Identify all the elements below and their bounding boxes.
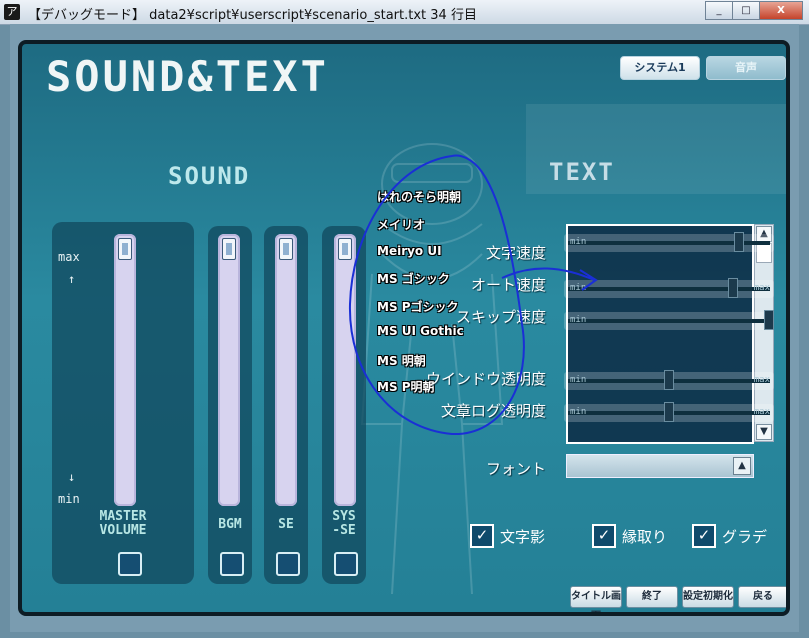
bgm-thumb[interactable] [222,238,236,260]
axis-up-arrow: ↑ [68,272,76,286]
master-volume-label: MASTER VOLUME [99,509,147,538]
auto-speed-max: max [753,283,770,293]
se-thumb[interactable] [279,238,293,260]
bgm-slider[interactable] [218,234,240,506]
skip-speed-thumb[interactable] [764,310,774,330]
log-opacity-max: max [753,407,770,417]
option-text-shadow[interactable]: ✓ 文字影 [470,524,545,548]
log-opacity-thumb[interactable] [664,402,674,422]
dropdown-arrow-icon[interactable]: ▲ [733,457,751,475]
bgm-label: BGM [218,517,242,532]
master-volume-slider[interactable] [114,234,136,506]
checkbox-checked-icon[interactable]: ✓ [470,524,494,548]
minimize-button[interactable]: _ [705,1,733,20]
window-title: 【デバッグモード】 data2¥script¥userscript¥scenar… [28,8,477,23]
config-screen: SOUND&TEXT システム1 音声 SOUND TEXT max ↑ ↓ m… [18,40,790,616]
sound-heading: SOUND [168,162,251,190]
screen-title: SOUND&TEXT [46,52,329,101]
hand-drawn-annotation [348,154,598,436]
title-screen-button[interactable]: タイトル画面 [570,586,622,612]
back-button[interactable]: 戻る [738,586,786,608]
option-gradient[interactable]: ✓ グラデ [692,524,767,548]
se-mute-checkbox[interactable] [276,552,300,576]
tab-voice[interactable]: 音声 [706,56,786,80]
master-volume-thumb[interactable] [118,238,132,260]
bgm-mute-checkbox[interactable] [220,552,244,576]
sys-se-label: SYS -SE [332,509,356,538]
sys-se-mute-checkbox[interactable] [334,552,358,576]
auto-speed-thumb[interactable] [728,278,738,298]
close-button[interactable]: X [759,1,803,20]
quit-button[interactable]: 終了 [626,586,678,608]
master-volume-mute-checkbox[interactable] [118,552,142,576]
scroll-down-icon[interactable]: ▼ [756,424,772,440]
tab-system1[interactable]: システム1 [620,56,700,80]
window-titlebar: ア 【デバッグモード】 data2¥script¥userscript¥scen… [0,0,809,25]
window-opacity-thumb[interactable] [664,370,674,390]
window-opacity-max: max [753,375,770,385]
axis-min-label: min [58,492,80,506]
window-controls: _ □ X [705,1,803,20]
option-outline[interactable]: ✓ 縁取り [592,524,667,548]
checkbox-checked-icon[interactable]: ✓ [692,524,716,548]
se-slider[interactable] [275,234,297,506]
font-select[interactable]: ▲ [566,454,754,478]
axis-down-arrow: ↓ [68,470,76,484]
app-icon: ア [4,4,20,20]
axis-max-label: max [58,250,80,264]
reset-settings-button[interactable]: 設定初期化 [682,586,734,608]
se-label: SE [278,517,294,532]
text-speed-thumb[interactable] [734,232,744,252]
maximize-button[interactable]: □ [732,1,760,20]
font-label: フォント [485,460,546,478]
checkbox-checked-icon[interactable]: ✓ [592,524,616,548]
